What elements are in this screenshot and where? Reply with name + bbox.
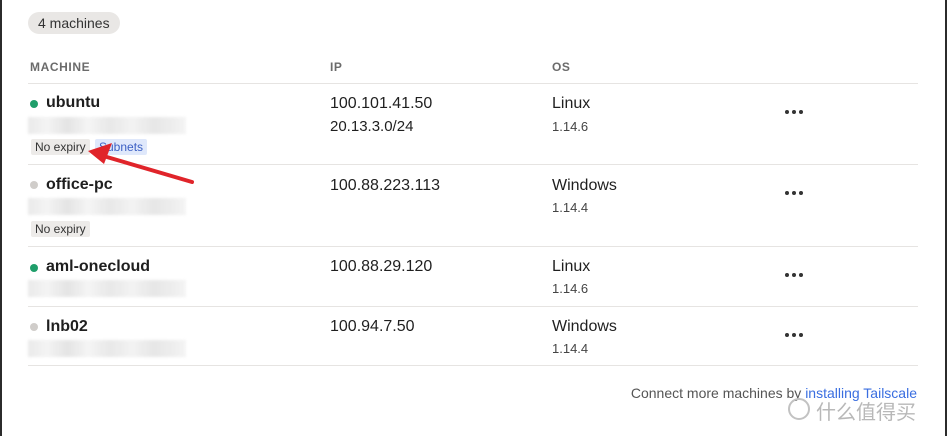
- column-header-ip: IP: [330, 60, 343, 74]
- smzdm-logo-icon: [788, 398, 810, 420]
- redacted-address: [28, 340, 186, 357]
- machine-subnet: 20.13.3.0/24: [330, 118, 414, 135]
- machine-os: Windows: [552, 318, 617, 335]
- machine-version: 1.14.6: [552, 281, 589, 296]
- redacted-address: [28, 117, 186, 134]
- machine-os: Linux: [552, 258, 591, 275]
- machine-name[interactable]: aml-onecloud: [46, 258, 150, 276]
- table-divider: [28, 365, 918, 366]
- more-options-button[interactable]: [780, 103, 808, 121]
- status-offline-icon: [30, 323, 38, 331]
- machine-ip: 100.88.29.120: [330, 258, 433, 275]
- machine-name[interactable]: ubuntu: [46, 94, 100, 112]
- machine-os: Linux: [552, 95, 591, 112]
- machine-name[interactable]: lnb02: [46, 318, 88, 336]
- machine-version: 1.14.4: [552, 341, 589, 356]
- footer-text: Connect more machines by: [630, 385, 806, 401]
- machine-version: 1.14.6: [552, 119, 589, 134]
- table-row[interactable]: ubuntu No expiry Subnets 100.101.41.50 2…: [28, 84, 918, 164]
- badge-no-expiry: No expiry: [31, 221, 90, 237]
- status-online-icon: [30, 100, 38, 108]
- machine-version: 1.14.4: [552, 200, 589, 215]
- machine-os: Windows: [552, 177, 617, 194]
- more-options-button[interactable]: [780, 184, 808, 202]
- window-border-left: [0, 0, 2, 436]
- redacted-address: [28, 280, 186, 297]
- machine-ip: 100.101.41.50: [330, 95, 433, 112]
- status-online-icon: [30, 264, 38, 272]
- machine-name[interactable]: office-pc: [46, 176, 113, 194]
- status-offline-icon: [30, 181, 38, 189]
- badge-subnets: Subnets: [95, 139, 148, 155]
- badge-no-expiry: No expiry: [31, 139, 90, 155]
- table-row[interactable]: office-pc No expiry 100.88.223.113 Windo…: [28, 165, 918, 246]
- table-row[interactable]: lnb02 100.94.7.50 Windows 1.14.4: [28, 307, 918, 365]
- machine-ip: 100.94.7.50: [330, 318, 415, 335]
- column-header-os: OS: [552, 60, 571, 74]
- more-options-button[interactable]: [780, 326, 808, 344]
- table-row[interactable]: aml-onecloud 100.88.29.120 Linux 1.14.6: [28, 247, 918, 306]
- column-header-machine: MACHINE: [30, 60, 91, 74]
- redacted-address: [28, 198, 186, 215]
- machine-count-badge: 4 machines: [28, 12, 120, 34]
- more-options-button[interactable]: [780, 266, 808, 284]
- watermark-text: 什么值得买: [816, 402, 916, 424]
- machine-ip: 100.88.223.113: [330, 177, 441, 194]
